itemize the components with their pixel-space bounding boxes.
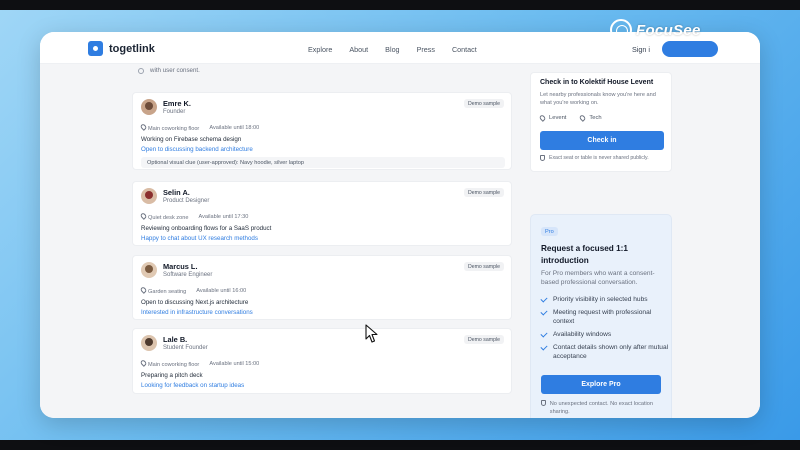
location-pin-icon bbox=[139, 212, 148, 220]
location-pin-icon bbox=[139, 123, 148, 131]
tag-icon bbox=[579, 114, 587, 122]
person-meta: Main coworking floor Available until 15:… bbox=[139, 359, 260, 368]
person-pitch-link[interactable]: Happy to chat about UX research methods bbox=[141, 235, 258, 242]
brand-logo-icon bbox=[88, 41, 103, 56]
location-pin-icon bbox=[538, 114, 547, 122]
nav-links: Explore About Blog Press Contact bbox=[308, 45, 477, 54]
avatar bbox=[141, 262, 157, 278]
avatar bbox=[141, 99, 157, 115]
focusee-logo-icon bbox=[610, 19, 632, 41]
pro-card: Pro Request a focused 1:1 introduction F… bbox=[530, 214, 672, 418]
privacy-text: Exact seat or table is never shared publ… bbox=[549, 155, 649, 161]
check-icon bbox=[540, 295, 548, 303]
check-icon bbox=[540, 343, 548, 351]
visual-clue: Optional visual clue (user-approved): Na… bbox=[141, 157, 505, 168]
demo-badge: Demo sample bbox=[463, 188, 504, 197]
person-name: Emre K. bbox=[163, 99, 191, 108]
availability: Available until 18:00 bbox=[209, 125, 260, 131]
consent-text: with user consent. bbox=[150, 67, 200, 74]
person-role: Software Engineer bbox=[163, 272, 213, 278]
availability: Available until 15:00 bbox=[209, 361, 260, 367]
person-card-emre[interactable]: Emre K. Founder Demo sample Main coworki… bbox=[132, 92, 512, 170]
person-status: Working on Firebase schema design bbox=[141, 136, 242, 143]
checkin-button[interactable]: Check in bbox=[540, 131, 664, 150]
pro-note: No unexpected contact. No exact location… bbox=[541, 400, 665, 416]
main-content: with user consent. Emre K. Founder Demo … bbox=[40, 64, 760, 418]
pro-feature: Availability windows bbox=[540, 330, 669, 339]
brand-name: togetlink bbox=[109, 42, 155, 55]
pro-features-list: Priority visibility in selected hubs Mee… bbox=[540, 295, 669, 365]
browser-window: togetlink Explore About Blog Press Conta… bbox=[40, 32, 760, 418]
pro-feature: Contact details shown only after mutual … bbox=[540, 343, 669, 361]
checkin-tags: Levent Tech bbox=[538, 114, 602, 122]
person-role: Student Founder bbox=[163, 345, 208, 351]
person-pitch-link[interactable]: Looking for feedback on startup ideas bbox=[141, 382, 244, 389]
demo-badge: Demo sample bbox=[463, 335, 504, 344]
brand[interactable]: togetlink bbox=[88, 41, 155, 56]
checkin-card: Check in to Kolektif House Levent Let ne… bbox=[530, 72, 672, 172]
person-meta: Garden seating Available until 16:00 bbox=[139, 286, 247, 295]
person-status: Reviewing onboarding flows for a SaaS pr… bbox=[141, 225, 272, 232]
tag-levent[interactable]: Levent bbox=[538, 114, 566, 122]
person-name: Selin A. bbox=[163, 188, 190, 197]
person-card-marcus[interactable]: Marcus L. Software Engineer Demo sample … bbox=[132, 255, 512, 320]
pro-feature: Priority visibility in selected hubs bbox=[540, 295, 669, 304]
avatar bbox=[141, 188, 157, 204]
checkin-title: Check in to Kolektif House Levent bbox=[540, 79, 654, 86]
person-role: Product Designer bbox=[163, 198, 210, 204]
signin-link[interactable]: Sign i bbox=[632, 45, 650, 54]
location-pin-icon bbox=[139, 286, 148, 294]
explore-pro-button[interactable]: Explore Pro bbox=[541, 375, 661, 394]
person-meta: Main coworking floor Available until 18:… bbox=[139, 123, 260, 132]
tag-tech[interactable]: Tech bbox=[579, 114, 602, 122]
person-meta: Quiet desk zone Available until 17:30 bbox=[139, 212, 249, 221]
recorder-watermark: FocuSee bbox=[610, 16, 750, 44]
availability: Available until 16:00 bbox=[196, 288, 247, 294]
person-status: Open to discussing Next.js architecture bbox=[141, 299, 249, 306]
person-pitch-link[interactable]: Open to discussing backend architecture bbox=[141, 146, 253, 153]
watermark-text: FocuSee bbox=[636, 21, 701, 39]
person-pitch-link[interactable]: Interested in infrastructure conversatio… bbox=[141, 309, 253, 316]
info-icon bbox=[138, 67, 144, 74]
nav-link-blog[interactable]: Blog bbox=[385, 45, 399, 54]
nav-link-contact[interactable]: Contact bbox=[452, 45, 477, 54]
shield-icon bbox=[541, 400, 546, 406]
pro-badge: Pro bbox=[541, 227, 558, 236]
person-card-lale[interactable]: Lale B. Student Founder Demo sample Main… bbox=[132, 328, 512, 394]
nav-link-explore[interactable]: Explore bbox=[308, 45, 332, 54]
demo-badge: Demo sample bbox=[463, 262, 504, 271]
person-card-selin[interactable]: Selin A. Product Designer Demo sample Qu… bbox=[132, 181, 512, 246]
pro-description: For Pro members who want a consent-based… bbox=[541, 270, 655, 286]
nav-link-press[interactable]: Press bbox=[417, 45, 435, 54]
person-name: Marcus L. bbox=[163, 262, 198, 271]
mouse-cursor-icon bbox=[365, 324, 378, 343]
privacy-note: Exact seat or table is never shared publ… bbox=[540, 155, 649, 161]
pro-feature: Meeting request with professional contex… bbox=[540, 308, 669, 326]
availability: Available until 17:30 bbox=[198, 214, 249, 220]
avatar bbox=[141, 335, 157, 351]
checkin-description: Let nearby professionals know you're her… bbox=[540, 92, 656, 106]
check-icon bbox=[540, 308, 548, 316]
location-pin-icon bbox=[139, 359, 148, 367]
person-name: Lale B. bbox=[163, 335, 188, 344]
desktop-background: togetlink Explore About Blog Press Conta… bbox=[0, 10, 800, 440]
check-icon bbox=[540, 330, 548, 338]
consent-note: with user consent. bbox=[138, 67, 200, 74]
pro-title: Request a focused 1:1 introduction bbox=[541, 244, 628, 265]
demo-badge: Demo sample bbox=[463, 99, 504, 108]
shield-icon bbox=[540, 155, 545, 161]
person-role: Founder bbox=[163, 109, 186, 115]
nav-link-about[interactable]: About bbox=[349, 45, 368, 54]
person-status: Preparing a pitch deck bbox=[141, 372, 203, 379]
pro-note-text: No unexpected contact. No exact location… bbox=[549, 401, 654, 415]
